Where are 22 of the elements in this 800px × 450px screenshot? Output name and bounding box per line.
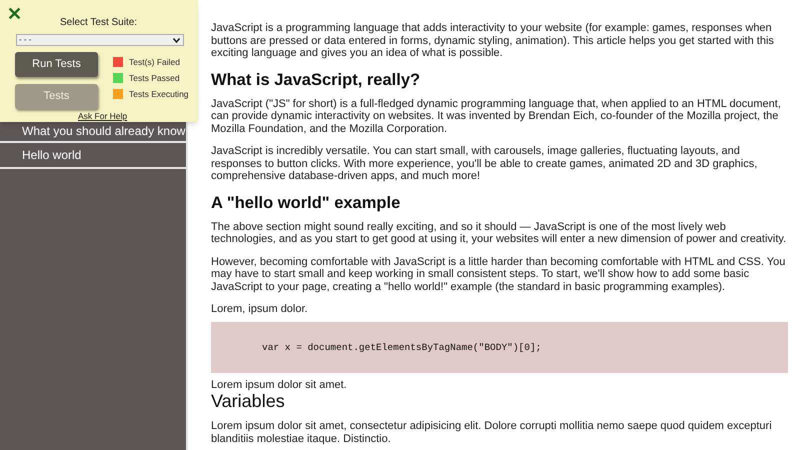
paragraph: JavaScript ("JS" for short) is a full-fledged dynamic programming language that, when applied to an HTML document, can provide dynamic interactivity on websites. It was invented by Brendan Eich, co-founder of the Mozilla project, the Mozilla Foundation, and the Mozilla Corporation. [211, 98, 782, 135]
paragraph: The above section might sound really exciting, and so it should — JavaScript is one of the most lively web technologies, and as you start to get good at using it, your websites will enter a new dimension of power and creativity. [211, 220, 788, 246]
section-heading: What is JavaScript, really? [211, 70, 422, 90]
legend-label: Tests Executing [129, 89, 189, 99]
section-heading: A "hello world" example [211, 192, 402, 212]
legend-label: Test(s) Failed [129, 57, 180, 67]
test-button[interactable]: Run Tests [15, 52, 98, 77]
section-heading: Variables [211, 391, 286, 411]
suite-select[interactable]: - - - [16, 34, 184, 46]
paragraph: Lorem ipsum dolor sit amet, consectetur adipisicing elit. Dolore corrupti mollitia nemo saepe quod quidem excepturi blanditiis molestiae itaque. Distinctio. [211, 420, 773, 445]
paragraph: JavaScript is a programming language that adds interactivity to your website (for example: games, responses when buttons are pressed or data entered in forms, dynamic styling, animation). This article helps you get started with this exciting language and gives you an idea of what is possible. [211, 22, 775, 60]
sidebar-item[interactable]: Hello world [0, 143, 186, 169]
legend-label: Tests Passed [129, 73, 180, 83]
help-link[interactable]: Ask For Help [78, 111, 128, 121]
paragraph: Lorem ipsum dolor sit amet. [211, 378, 348, 391]
paragraph: JavaScript is incredibly versatile. You can start small, with carousels, image galleries, fluctuating layouts, and responses to button clicks. With more experience, you'll be able to create games, animated 2D and 3D graphics, comprehensive database-driven apps, and much more! [211, 145, 758, 182]
select-label: Select Test Suite: [60, 17, 138, 29]
caret-icon [173, 38, 180, 42]
close-button[interactable]: ✕ [7, 2, 22, 26]
paragraph: However, becoming comfortable with JavaScript is a little harder than becoming comfortable with HTML and CSS. You may have to start small and keep working in small consistent steps. To start, we'll show how to add some basic JavaScript to your page, creating a "hello world!" example (the standard in basic programming examples). [211, 256, 786, 293]
code-block: var x = document.getElementsByTagName("BODY")[0]; [211, 322, 788, 372]
paragraph: Lorem, ipsum dolor. [211, 303, 309, 316]
